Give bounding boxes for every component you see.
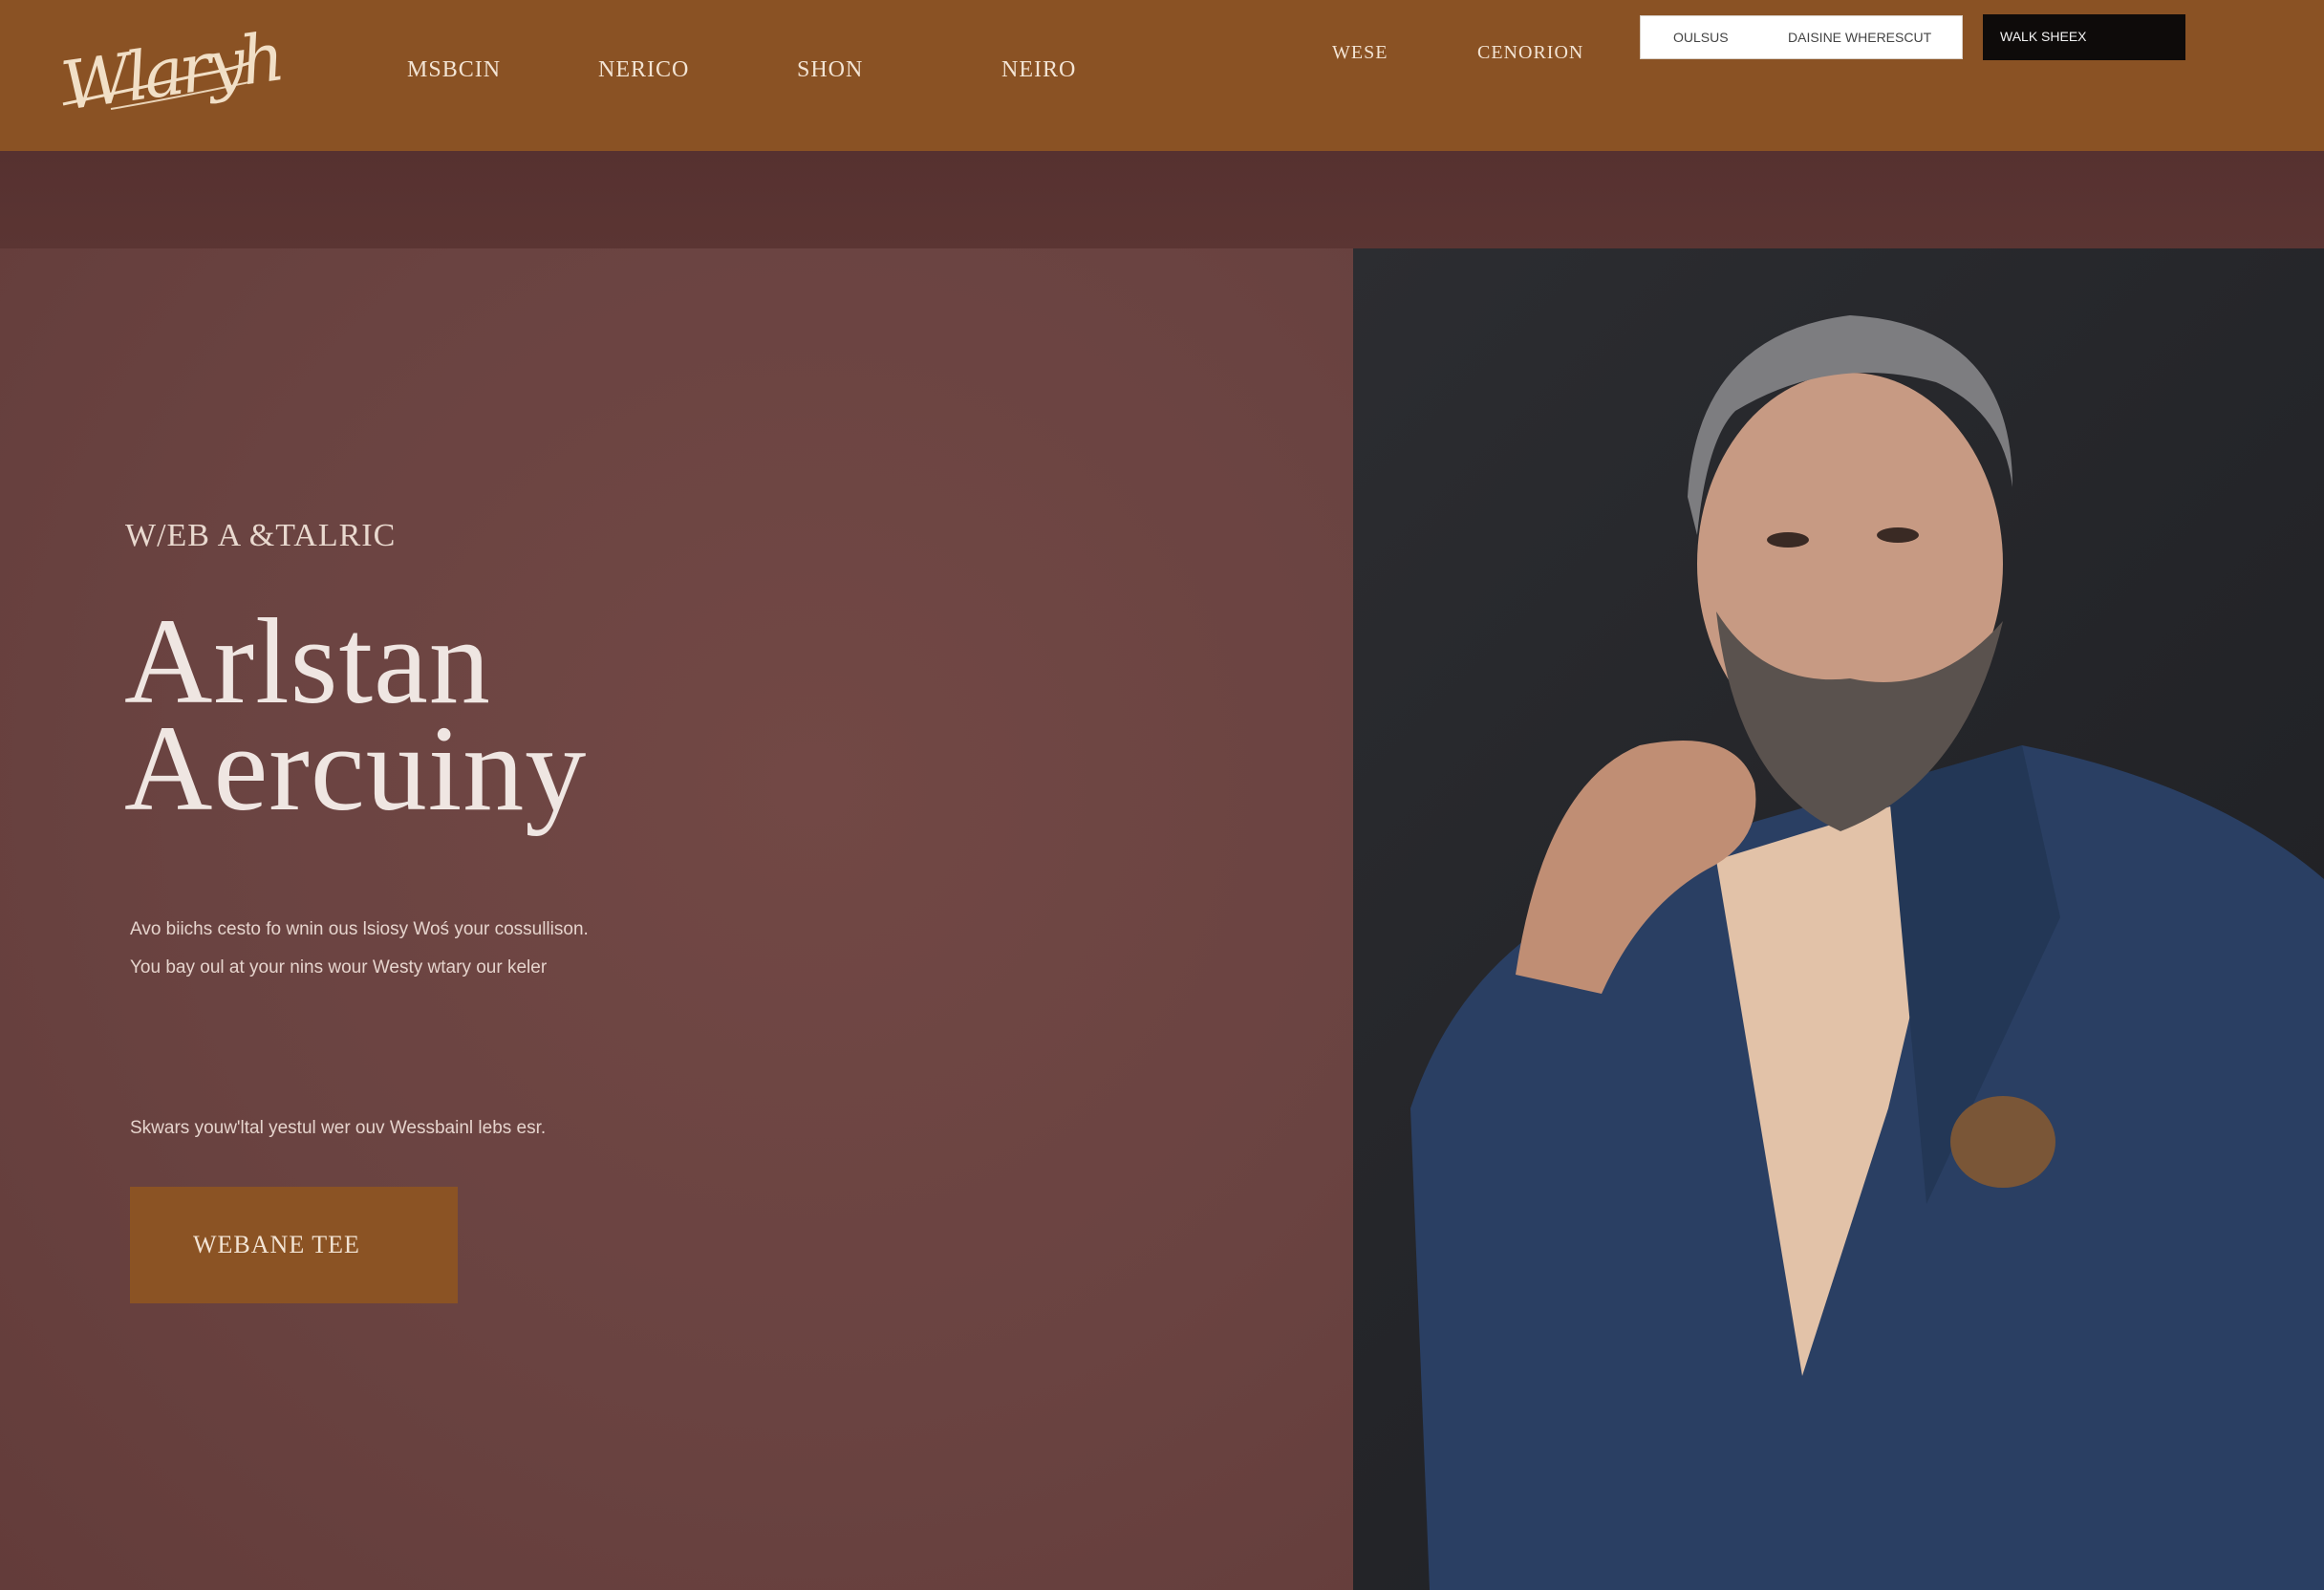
portrait-image bbox=[1410, 315, 2324, 1590]
hero-headline-line-1: Arlstan bbox=[124, 593, 491, 729]
search-left-label: OULSUS bbox=[1673, 30, 1729, 45]
nav-item-3[interactable]: SHON bbox=[797, 57, 863, 83]
hero-headline: Arlstan Aercuiny bbox=[124, 593, 588, 836]
secondary-nav-item-2[interactable]: CENORION bbox=[1477, 42, 1583, 64]
hero-eyebrow: W/EB A &TALRIC bbox=[125, 518, 397, 553]
search-input[interactable]: OULSUS DAISINE WHERESCUT bbox=[1640, 15, 1963, 59]
site-header: Wlaryh MSBCIN NERICO SHON NEIRO WESE CEN… bbox=[0, 0, 2324, 151]
nav-item-1[interactable]: MSBCIN bbox=[407, 57, 501, 83]
portrait-photo bbox=[1353, 248, 2324, 1590]
hero-body-line-2: You bay oul at your nins wour Westy wtar… bbox=[130, 957, 548, 978]
brand-logo[interactable]: Wlaryh bbox=[54, 17, 285, 128]
header-cta-button[interactable]: WALK SHEEX bbox=[1983, 14, 2185, 60]
nav-item-4[interactable]: NEIRO bbox=[1001, 57, 1076, 83]
hero-body-line-3: Skwars youw'ltal yestul wer ouv Wessbain… bbox=[130, 1118, 547, 1138]
hero-cta-button[interactable]: WEBANE TEE bbox=[130, 1187, 458, 1303]
nav-item-2[interactable]: NERICO bbox=[598, 57, 689, 83]
hero-body-line-1: Avo biichs cesto fo wnin ous lsiosy Woś … bbox=[130, 919, 589, 939]
search-right-label: DAISINE WHERESCUT bbox=[1788, 30, 1932, 45]
secondary-nav-item-1[interactable]: WESE bbox=[1332, 42, 1388, 64]
header-divider-band bbox=[0, 151, 2324, 248]
hero-headline-line-2: Aercuiny bbox=[124, 700, 588, 836]
